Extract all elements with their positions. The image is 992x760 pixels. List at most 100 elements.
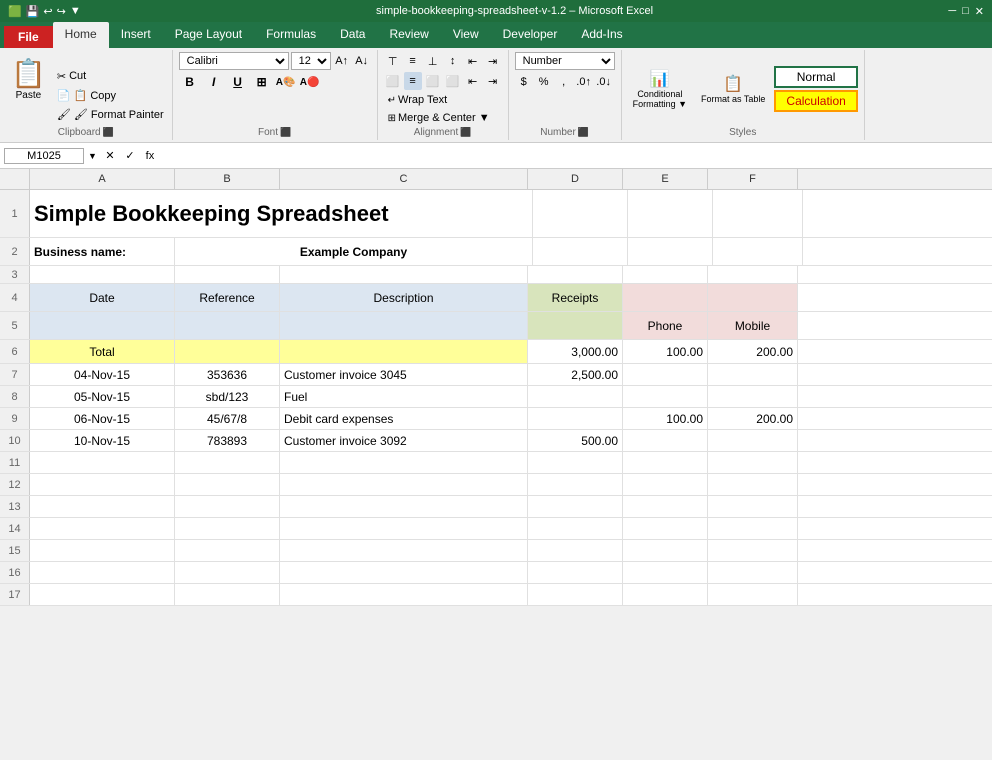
cell-b15[interactable] <box>175 540 280 561</box>
tab-file[interactable]: File <box>4 26 53 48</box>
cell-f3[interactable] <box>708 266 798 283</box>
cell-c17[interactable] <box>280 584 528 605</box>
col-header-f[interactable]: F <box>708 169 798 189</box>
clipboard-expand-icon[interactable]: ⬛ <box>103 127 114 138</box>
cell-a9[interactable]: 06-Nov-15 <box>30 408 175 429</box>
cell-d16[interactable] <box>528 562 623 583</box>
cell-e13[interactable] <box>623 496 708 517</box>
style-calculation-button[interactable]: Calculation <box>774 90 857 112</box>
format-painter-button[interactable]: 🖌 🖌 Format Painter <box>53 106 168 123</box>
cell-f4[interactable] <box>708 284 798 311</box>
cell-a15[interactable] <box>30 540 175 561</box>
undo-icon[interactable]: ↩ <box>43 5 52 18</box>
cell-b2[interactable]: Example Company <box>175 238 533 265</box>
decrease-font-btn[interactable]: A↓ <box>353 52 371 70</box>
cell-a2[interactable]: Business name: <box>30 238 175 265</box>
cell-d14[interactable] <box>528 518 623 539</box>
cell-f11[interactable] <box>708 452 798 473</box>
col-header-d[interactable]: D <box>528 169 623 189</box>
insert-function-btn[interactable]: fx <box>141 147 159 165</box>
cell-d5[interactable] <box>528 312 623 339</box>
cell-b6[interactable] <box>175 340 280 363</box>
cell-c3[interactable] <box>280 266 528 283</box>
font-name-select[interactable]: Calibri <box>179 52 289 70</box>
cell-d17[interactable] <box>528 584 623 605</box>
cell-f6[interactable]: 200.00 <box>708 340 798 363</box>
justify-btn[interactable]: ⬜ <box>444 72 462 90</box>
cell-a1[interactable]: Simple Bookkeeping Spreadsheet <box>30 190 533 237</box>
accounting-btn[interactable]: $ <box>515 73 533 91</box>
align-middle-btn[interactable]: ≡ <box>404 52 422 70</box>
bold-button[interactable]: B <box>179 72 201 92</box>
cell-e10[interactable] <box>623 430 708 451</box>
cell-a11[interactable] <box>30 452 175 473</box>
confirm-formula-btn[interactable]: ✓ <box>121 147 139 165</box>
tab-developer[interactable]: Developer <box>491 22 570 48</box>
cell-e4[interactable] <box>623 284 708 311</box>
name-box-expand[interactable]: ▼ <box>88 151 97 161</box>
font-expand-icon[interactable]: ⬛ <box>280 127 291 138</box>
number-format-select[interactable]: Number <box>515 52 615 70</box>
cell-c16[interactable] <box>280 562 528 583</box>
cell-f10[interactable] <box>708 430 798 451</box>
cell-c8[interactable]: Fuel <box>280 386 528 407</box>
cut-button[interactable]: ✂ Cut <box>53 68 168 85</box>
name-box[interactable] <box>4 148 84 164</box>
tab-page-layout[interactable]: Page Layout <box>163 22 254 48</box>
cell-c7[interactable]: Customer invoice 3045 <box>280 364 528 385</box>
cell-e9[interactable]: 100.00 <box>623 408 708 429</box>
cell-f16[interactable] <box>708 562 798 583</box>
cell-e2[interactable] <box>628 238 713 265</box>
col-header-c[interactable]: C <box>280 169 528 189</box>
indent1-btn[interactable]: ⇤ <box>464 72 482 90</box>
cell-d9[interactable] <box>528 408 623 429</box>
cell-b8[interactable]: sbd/123 <box>175 386 280 407</box>
cell-b3[interactable] <box>175 266 280 283</box>
cell-d12[interactable] <box>528 474 623 495</box>
cell-e6[interactable]: 100.00 <box>623 340 708 363</box>
cell-c6[interactable] <box>280 340 528 363</box>
increase-decimal-btn[interactable]: .0↑ <box>575 73 593 91</box>
cell-e7[interactable] <box>623 364 708 385</box>
cell-f14[interactable] <box>708 518 798 539</box>
cell-a7[interactable]: 04-Nov-15 <box>30 364 175 385</box>
cancel-formula-btn[interactable]: ✕ <box>101 147 119 165</box>
indent-increase-btn[interactable]: ⇥ <box>484 52 502 70</box>
cell-c14[interactable] <box>280 518 528 539</box>
cell-a13[interactable] <box>30 496 175 517</box>
align-center-btn[interactable]: ≡ <box>404 72 422 90</box>
font-size-select[interactable]: 12 <box>291 52 331 70</box>
cell-b16[interactable] <box>175 562 280 583</box>
cell-d3[interactable] <box>528 266 623 283</box>
border-button[interactable]: ⊞ <box>251 72 273 92</box>
cell-e1[interactable] <box>628 190 713 237</box>
cell-d13[interactable] <box>528 496 623 517</box>
percent-btn[interactable]: % <box>535 73 553 91</box>
cell-e11[interactable] <box>623 452 708 473</box>
cell-e17[interactable] <box>623 584 708 605</box>
cell-d8[interactable] <box>528 386 623 407</box>
italic-button[interactable]: I <box>203 72 225 92</box>
cell-f5[interactable]: Mobile <box>708 312 798 339</box>
cell-a14[interactable] <box>30 518 175 539</box>
cell-e8[interactable] <box>623 386 708 407</box>
cell-a10[interactable]: 10-Nov-15 <box>30 430 175 451</box>
tab-data[interactable]: Data <box>328 22 377 48</box>
tab-home[interactable]: Home <box>53 22 109 48</box>
cell-e5[interactable]: Phone <box>623 312 708 339</box>
format-as-table-button[interactable]: 📋 Format as Table <box>696 71 770 107</box>
cell-f8[interactable] <box>708 386 798 407</box>
tab-view[interactable]: View <box>441 22 491 48</box>
cell-b11[interactable] <box>175 452 280 473</box>
cell-e14[interactable] <box>623 518 708 539</box>
cell-f1[interactable] <box>713 190 803 237</box>
indent2-btn[interactable]: ⇥ <box>484 72 502 90</box>
cell-a5[interactable] <box>30 312 175 339</box>
redo-icon[interactable]: ↪ <box>57 5 66 18</box>
align-top-btn[interactable]: ⊤ <box>384 52 402 70</box>
cell-d2[interactable] <box>533 238 628 265</box>
merge-center-button[interactable]: ⊞ Merge & Center ▼ <box>384 110 494 126</box>
cell-d11[interactable] <box>528 452 623 473</box>
style-normal-button[interactable]: Normal <box>774 66 857 88</box>
cell-e15[interactable] <box>623 540 708 561</box>
